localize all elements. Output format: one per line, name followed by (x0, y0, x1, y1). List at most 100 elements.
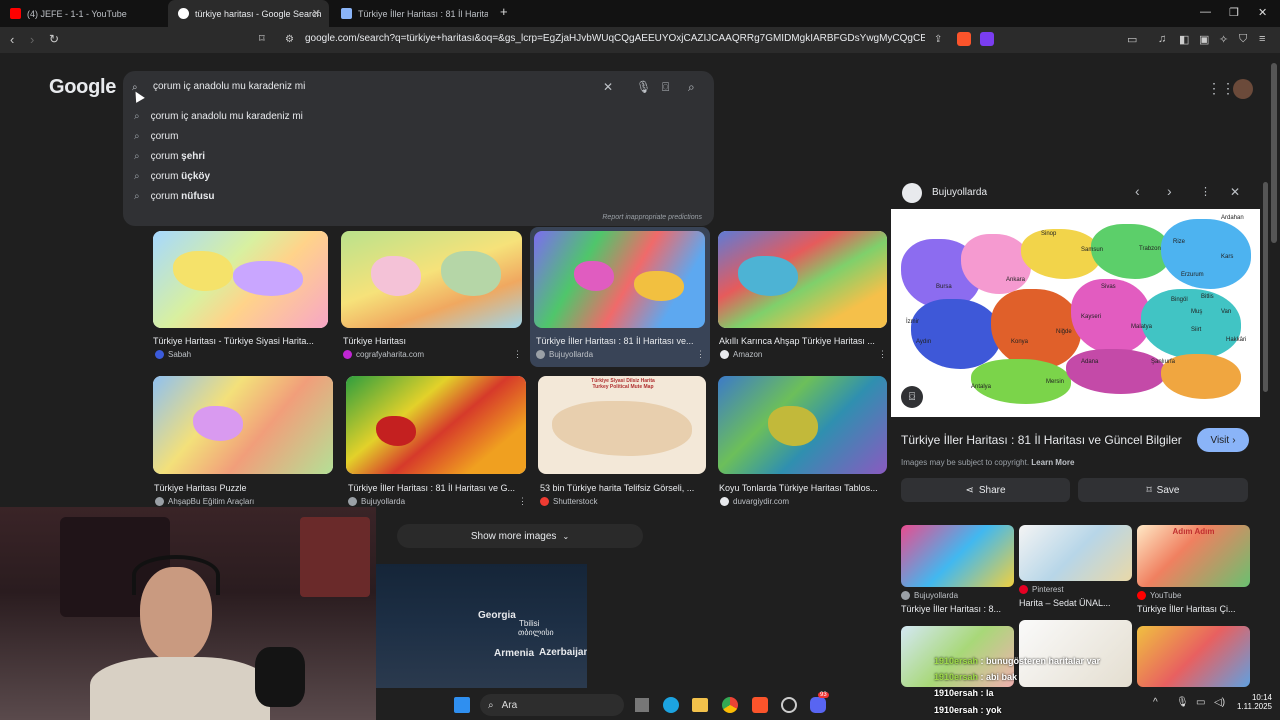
related-source[interactable]: Bujuyollarda (901, 591, 958, 600)
result-source[interactable]: Amazon (720, 350, 762, 359)
previous-icon[interactable]: ‹ (1135, 183, 1140, 199)
result-title[interactable]: Türkiye Haritası - Türkiye Siyasi Harita… (153, 336, 323, 346)
panel-source[interactable]: Bujuyollarda (932, 187, 987, 198)
related-thumbnail[interactable] (1019, 525, 1132, 581)
close-tab-icon[interactable]: ✕ (312, 7, 321, 20)
related-thumbnail[interactable] (1137, 626, 1250, 687)
url-field[interactable]: google.com/search?q=türkiye+haritası&oq=… (305, 33, 925, 44)
result-source[interactable]: Shutterstock (540, 497, 597, 506)
network-icon[interactable]: ▭ (1196, 697, 1205, 708)
report-predictions-link[interactable]: Report inappropriate predictions (602, 214, 702, 221)
taskbar-search[interactable]: ⌕ Ara (480, 694, 624, 716)
image-result[interactable]: Türkiye Haritası - Türkiye Siyasi Harita… (153, 231, 328, 359)
suggestion-item[interactable]: ⌕ çorum (134, 131, 178, 142)
image-result[interactable]: Türkiye Siyasi Dilsiz Harita Turkey Poli… (538, 376, 706, 506)
google-logo[interactable]: Google (49, 76, 116, 99)
panel-icon[interactable]: ◧ (1179, 33, 1189, 46)
related-title[interactable]: Türkiye İller Haritası Çi... (1137, 604, 1250, 614)
windows-start-icon[interactable] (454, 697, 470, 713)
result-thumbnail[interactable] (346, 376, 526, 474)
result-source[interactable]: Sabah (155, 350, 191, 359)
result-thumbnail[interactable] (534, 231, 705, 328)
site-settings-icon[interactable]: ⚙ (285, 34, 294, 45)
result-source[interactable]: AhşapBu Eğitim Araçları (155, 497, 254, 506)
minimize-icon[interactable]: — (1200, 6, 1211, 18)
file-explorer-icon[interactable] (692, 698, 708, 712)
more-options-icon[interactable]: ⋮ (696, 349, 705, 360)
result-thumbnail[interactable] (718, 376, 887, 474)
close-icon[interactable]: ✕ (1230, 185, 1240, 199)
image-result[interactable]: Türkiye Haritası Puzzle AhşapBu Eğitim A… (153, 376, 333, 506)
learn-more-link[interactable]: Learn More (1031, 458, 1074, 467)
close-window-icon[interactable]: ✕ (1258, 6, 1267, 19)
chrome-icon[interactable] (722, 697, 738, 713)
brave-shields-icon[interactable] (957, 32, 971, 46)
image-result[interactable]: Türkiye İller Haritası : 81 İl Haritası … (346, 376, 527, 507)
apps-grid-icon[interactable]: ⋮⋮ (1207, 80, 1235, 97)
result-thumbnail[interactable] (153, 231, 328, 328)
related-thumbnail[interactable] (901, 525, 1014, 587)
menu-icon[interactable]: ≡ (1259, 33, 1265, 45)
suggestion-item[interactable]: ⌕ çorum iç anadolu mu karadeniz mi (134, 111, 303, 122)
tab-google-search[interactable]: türkiye haritası - Google Search ✕ (168, 0, 329, 27)
result-source[interactable]: cografyaharita.com (343, 350, 424, 359)
avatar[interactable] (1233, 79, 1253, 99)
search-submit-icon[interactable]: ⌕ (688, 80, 695, 95)
more-options-icon[interactable]: ⋮ (878, 349, 887, 360)
tab-youtube[interactable]: (4) JEFE - 1-1 - YouTube (0, 0, 168, 27)
result-source[interactable]: Bujuyollarda (536, 350, 593, 359)
suggestion-item[interactable]: ⌕ çorum üçköy (134, 171, 210, 182)
restore-icon[interactable]: ❐ (1229, 6, 1239, 19)
suggestion-item[interactable]: ⌕ çorum nüfusu (134, 191, 215, 202)
bookmark-icon[interactable]: ⌑ (259, 32, 265, 45)
search-input[interactable]: çorum iç anadolu mu karadeniz mi (153, 81, 305, 92)
result-thumbnail[interactable]: Türkiye Siyasi Dilsiz Harita Turkey Poli… (538, 376, 706, 474)
result-title[interactable]: Türkiye Haritası (343, 336, 513, 346)
discord-icon[interactable] (810, 697, 826, 713)
brave-icon[interactable] (752, 697, 768, 713)
preview-image[interactable]: Ardahan Kars Sinop Samsun Rize Trabzon S… (891, 209, 1260, 417)
rewards-icon[interactable] (980, 32, 994, 46)
result-source[interactable]: Bujuyollarda (348, 497, 405, 506)
page-scrollbar[interactable] (1271, 63, 1277, 243)
microphone-tray-icon[interactable]: 🎙 (1176, 697, 1189, 708)
share-button[interactable]: ⋖ Share (901, 478, 1070, 502)
back-icon[interactable]: ‹ (10, 32, 14, 47)
result-thumbnail[interactable] (718, 231, 887, 328)
new-tab-icon[interactable]: + (500, 4, 508, 19)
visit-button[interactable]: Visit › (1197, 428, 1249, 452)
lens-icon[interactable]: ⌼ (662, 80, 669, 95)
lens-search-icon[interactable]: ⌼ (901, 386, 923, 408)
sidebar-toggle-icon[interactable]: ▭ (1127, 33, 1137, 46)
leo-ai-icon[interactable]: ✧ (1219, 33, 1228, 46)
show-more-images-button[interactable]: Show more images ⌄ (397, 524, 643, 548)
related-thumbnail[interactable] (1019, 620, 1132, 687)
related-source[interactable]: Pinterest (1019, 585, 1064, 594)
forward-icon[interactable]: › (30, 32, 34, 47)
result-title[interactable]: Akıllı Karınca Ahşap Türkiye Haritası ..… (719, 336, 884, 346)
suggestion-item[interactable]: ⌕ çorum şehri (134, 151, 205, 162)
reload-icon[interactable]: ↻ (49, 32, 59, 46)
wallet-icon[interactable]: ▣ (1199, 33, 1209, 46)
related-thumbnail[interactable]: Adım Adım (1137, 525, 1250, 587)
result-title[interactable]: Koyu Tonlarda Türkiye Haritası Tablos... (719, 483, 885, 493)
edge-icon[interactable] (663, 697, 679, 713)
map-result[interactable]: Georgia Tbilisi თბილისი Armenia Azerbaij… (376, 564, 587, 688)
result-thumbnail[interactable] (153, 376, 333, 474)
result-title[interactable]: Türkiye Haritası Puzzle (154, 483, 329, 493)
more-options-icon[interactable]: ⋮ (518, 496, 527, 507)
obs-icon[interactable] (781, 697, 797, 713)
volume-icon[interactable]: ◁) (1214, 697, 1225, 708)
image-result[interactable]: Türkiye Haritası cografyaharita.com ⋮ (341, 231, 522, 359)
tab-turkiye-iller[interactable]: Türkiye İller Haritası : 81 İl Haritası … (331, 0, 493, 27)
result-title[interactable]: 53 bin Türkiye harita Telifsiz Görseli, … (540, 483, 702, 493)
chevron-up-icon[interactable]: ^ (1153, 697, 1158, 708)
result-title[interactable]: Türkiye İller Haritası : 81 İl Haritası … (536, 336, 700, 346)
voice-search-icon[interactable]: 🎙 (636, 80, 651, 94)
more-options-icon[interactable]: ⋮ (513, 349, 522, 360)
save-button[interactable]: ⌑ Save (1078, 478, 1248, 502)
preview-title[interactable]: Türkiye İller Haritası : 81 İl Haritası … (901, 433, 1201, 447)
media-icon[interactable]: ♫ (1158, 33, 1166, 45)
related-source[interactable]: YouTube (1137, 591, 1181, 600)
more-options-icon[interactable]: ⋮ (1200, 185, 1211, 198)
